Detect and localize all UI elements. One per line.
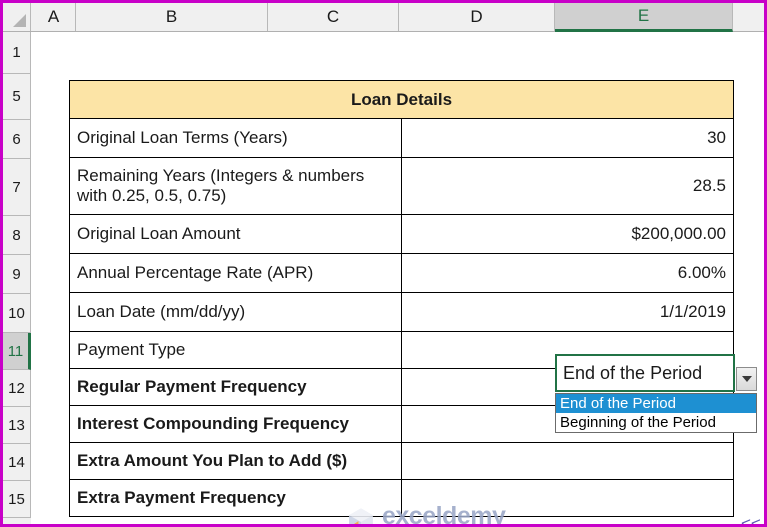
row-label-original-loan-amount: Original Loan Amount [69,214,402,254]
row-label-interest-compounding-frequency: Interest Compounding Frequency [69,405,402,443]
row-header-1[interactable]: 1 [3,32,31,74]
dropdown-toggle-button[interactable] [736,367,757,391]
row-label-remaining-years: Remaining Years (Integers & numbers with… [69,157,402,215]
edge-note: << ( [741,514,764,524]
dropdown-option-list[interactable]: End of the Period Beginning of the Perio… [555,393,757,433]
row-header-6[interactable]: 6 [3,120,31,159]
row-value-original-loan-amount[interactable]: $200,000.00 [401,214,734,254]
column-header-c[interactable]: C [268,3,399,31]
dropdown-option-beginning-of-the-period[interactable]: Beginning of the Period [556,413,756,432]
table-row[interactable]: Original Loan Amount $200,000.00 [69,214,734,254]
worksheet-grid[interactable]: Loan Details Original Loan Terms (Years)… [32,32,764,524]
row-header-13[interactable]: 13 [3,407,31,444]
table-row[interactable]: Loan Date (mm/dd/yy) 1/1/2019 [69,292,734,332]
table-row[interactable]: Extra Amount You Plan to Add ($) [69,442,734,480]
row-label-extra-payment-frequency: Extra Payment Frequency [69,479,402,517]
row-header-15[interactable]: 15 [3,481,31,518]
row-label-original-loan-terms: Original Loan Terms (Years) [69,118,402,158]
row-header-7[interactable]: 7 [3,159,31,216]
active-cell-payment-type[interactable]: End of the Period [555,354,735,392]
column-header-row: A B C D E [3,3,764,32]
select-all-triangle-icon [13,14,26,27]
column-header-d[interactable]: D [399,3,555,31]
table-title: Loan Details [69,80,734,119]
table-row[interactable]: Remaining Years (Integers & numbers with… [69,157,734,215]
row-label-extra-amount: Extra Amount You Plan to Add ($) [69,442,402,480]
row-header-column: 1 5 6 7 8 9 10 11 12 13 14 15 [3,32,31,524]
row-value-extra-amount[interactable] [401,442,734,480]
row-value-apr[interactable]: 6.00% [401,253,734,293]
row-header-9[interactable]: 9 [3,255,31,294]
row-header-5[interactable]: 5 [3,74,31,120]
row-label-payment-type: Payment Type [69,331,402,369]
column-header-a[interactable]: A [32,3,76,31]
table-title-row: Loan Details [69,80,734,119]
loan-details-table: Loan Details Original Loan Terms (Years)… [69,80,734,517]
row-value-remaining-years[interactable]: 28.5 [401,157,734,215]
column-header-b[interactable]: B [76,3,268,31]
row-value-original-loan-terms[interactable]: 30 [401,118,734,158]
column-header-e[interactable]: E [555,3,733,32]
row-header-14[interactable]: 14 [3,444,31,481]
table-row[interactable]: Extra Payment Frequency [69,479,734,517]
dropdown-option-end-of-the-period[interactable]: End of the Period [556,394,756,413]
table-row[interactable]: Annual Percentage Rate (APR) 6.00% [69,253,734,293]
table-row[interactable]: Original Loan Terms (Years) 30 [69,118,734,158]
row-label-regular-payment-frequency: Regular Payment Frequency [69,368,402,406]
row-header-10[interactable]: 10 [3,294,31,333]
row-value-extra-payment-frequency[interactable] [401,479,734,517]
row-header-8[interactable]: 8 [3,216,31,255]
row-value-loan-date[interactable]: 1/1/2019 [401,292,734,332]
excel-window: A B C D E 1 5 6 7 8 9 10 11 12 13 14 15 … [0,0,767,527]
row-header-12[interactable]: 12 [3,370,31,407]
row-header-11[interactable]: 11 [3,333,31,370]
select-all-button[interactable] [3,3,31,31]
row-label-apr: Annual Percentage Rate (APR) [69,253,402,293]
row-label-loan-date: Loan Date (mm/dd/yy) [69,292,402,332]
active-cell-value: End of the Period [563,362,703,383]
chevron-down-icon [741,376,752,382]
